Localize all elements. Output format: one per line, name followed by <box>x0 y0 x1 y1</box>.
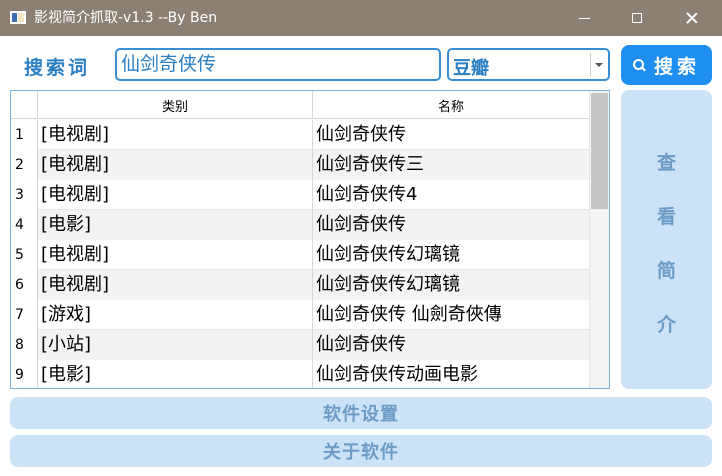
view-summary-char: 介 <box>656 314 676 336</box>
app-window-icon <box>10 11 26 24</box>
vertical-scrollbar[interactable] <box>589 91 609 388</box>
close-icon <box>686 12 698 24</box>
row-index[interactable]: 8 <box>11 330 38 360</box>
row-index[interactable]: 4 <box>11 210 38 240</box>
close-button[interactable] <box>669 0 715 36</box>
row-index[interactable]: 2 <box>11 150 38 180</box>
search-input[interactable]: 仙剑奇侠传 <box>115 48 441 81</box>
cell-category[interactable]: [电影] <box>38 210 313 240</box>
search-button-label: 搜索 <box>653 55 700 78</box>
row-index[interactable]: 9 <box>11 360 38 388</box>
row-index[interactable]: 3 <box>11 180 38 210</box>
maximize-button[interactable] <box>614 0 660 36</box>
cell-name[interactable]: 仙剑奇侠传幻璃镜 <box>313 270 589 300</box>
about-button[interactable]: 关于软件 <box>10 435 712 467</box>
results-table[interactable]: 类别 名称 1 [电视剧] 仙剑奇侠传 2 [电视剧] 仙剑奇侠传三 3 [电视… <box>10 90 610 389</box>
view-summary-button[interactable]: 查 看 简 介 <box>621 90 712 389</box>
cell-category[interactable]: [电视剧] <box>38 270 313 300</box>
window-title: 影视简介抓取-v1.3 --By Ben <box>34 10 218 26</box>
search-icon <box>632 58 646 72</box>
table-row[interactable]: 3 [电视剧] 仙剑奇侠传4 <box>11 180 589 210</box>
cell-category[interactable]: [电视剧] <box>38 180 313 210</box>
cell-name[interactable]: 仙剑奇侠传4 <box>313 180 589 210</box>
maximize-icon <box>632 13 642 23</box>
table-row[interactable]: 6 [电视剧] 仙剑奇侠传幻璃镜 <box>11 270 589 300</box>
table-row[interactable]: 9 [电影] 仙剑奇侠传动画电影 <box>11 360 589 388</box>
cell-category[interactable]: [电视剧] <box>38 120 313 150</box>
title-bar: 影视简介抓取-v1.3 --By Ben <box>0 0 722 36</box>
minimize-button[interactable] <box>561 0 607 36</box>
table-row[interactable]: 1 [电视剧] 仙剑奇侠传 <box>11 120 589 150</box>
chevron-down-icon[interactable] <box>594 59 604 71</box>
cell-category[interactable]: [电影] <box>38 360 313 388</box>
row-index[interactable]: 7 <box>11 300 38 330</box>
view-summary-char: 查 <box>656 152 676 174</box>
row-index[interactable]: 5 <box>11 240 38 270</box>
cell-name[interactable]: 仙剑奇侠传 <box>313 120 589 150</box>
search-button[interactable]: 搜索 <box>621 45 712 85</box>
cell-name[interactable]: 仙剑奇侠传三 <box>313 150 589 180</box>
view-summary-char: 看 <box>656 206 676 228</box>
scrollbar-thumb[interactable] <box>591 93 608 209</box>
table-row[interactable]: 2 [电视剧] 仙剑奇侠传三 <box>11 150 589 180</box>
cell-name[interactable]: 仙剑奇侠传 <box>313 210 589 240</box>
cell-name[interactable]: 仙剑奇侠传幻璃镜 <box>313 240 589 270</box>
cell-category[interactable]: [电视剧] <box>38 240 313 270</box>
minimize-icon <box>578 17 590 19</box>
row-index[interactable]: 1 <box>11 120 38 150</box>
table-row[interactable]: 7 [游戏] 仙剑奇侠传 仙劍奇俠傳 <box>11 300 589 330</box>
table-header: 类别 名称 <box>11 91 589 119</box>
cell-name[interactable]: 仙剑奇侠传动画电影 <box>313 360 589 388</box>
cell-category[interactable]: [小站] <box>38 330 313 360</box>
cell-category[interactable]: [电视剧] <box>38 150 313 180</box>
column-header-category[interactable]: 类别 <box>38 91 313 119</box>
column-header-name[interactable]: 名称 <box>313 91 589 119</box>
row-index[interactable]: 6 <box>11 270 38 300</box>
select-divider <box>590 53 591 76</box>
table-row[interactable]: 8 [小站] 仙剑奇侠传 <box>11 330 589 360</box>
cell-name[interactable]: 仙剑奇侠传 <box>313 330 589 360</box>
cell-name[interactable]: 仙剑奇侠传 仙劍奇俠傳 <box>313 300 589 330</box>
cell-category[interactable]: [游戏] <box>38 300 313 330</box>
table-row[interactable]: 5 [电视剧] 仙剑奇侠传幻璃镜 <box>11 240 589 270</box>
settings-button[interactable]: 软件设置 <box>10 397 712 429</box>
table-corner[interactable] <box>11 91 38 119</box>
view-summary-char: 简 <box>656 260 676 282</box>
table-row[interactable]: 4 [电影] 仙剑奇侠传 <box>11 210 589 240</box>
source-select[interactable]: 豆瓣 <box>447 48 610 81</box>
search-label: 搜索词 <box>24 57 91 79</box>
source-select-value: 豆瓣 <box>453 58 489 79</box>
